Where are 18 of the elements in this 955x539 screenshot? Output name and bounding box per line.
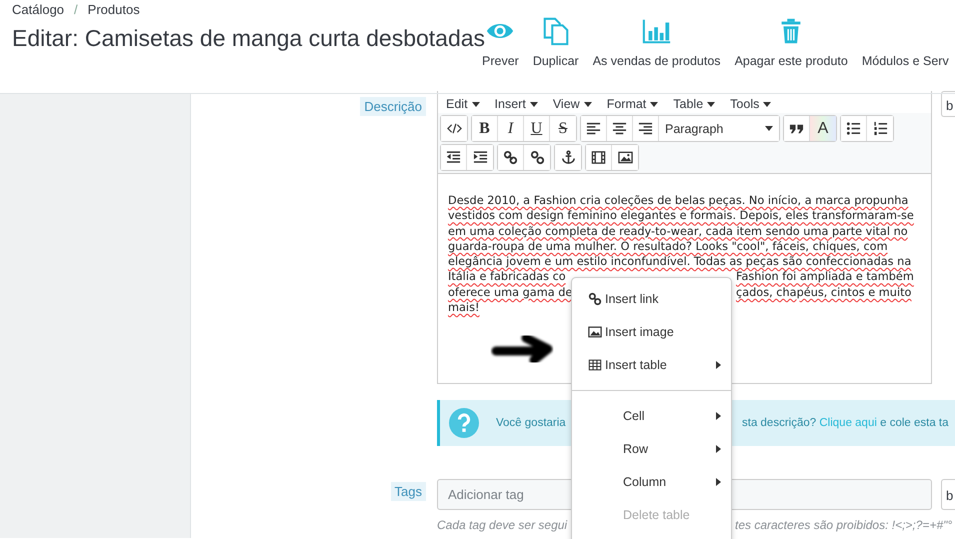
field-label: Descrição bbox=[360, 97, 426, 116]
page-title: Editar: Camisetas de manga curta desbotadas bbox=[12, 25, 486, 52]
paragraph-line: vestidos com design feminino elegantes e formais. Depois, eles transformaram-se bbox=[448, 208, 914, 224]
paragraph-line: elegância jovem e um estilo inconfundível. Todas as peças são confeccionadas na bbox=[448, 254, 912, 270]
help-text: tes caracteres são proibidos: !<;>;?=+#"° bbox=[735, 518, 952, 532]
paragraph-line: oferece uma gama de bbox=[448, 284, 572, 300]
paragraph-line: çados, chapéus, cintos e muito bbox=[736, 284, 912, 300]
paragraph-line: mais! bbox=[448, 300, 480, 316]
paragraph-line: em uma coleção completa de ready-to-wear, cada item sendo uma parte vital no bbox=[448, 224, 908, 239]
breadcrumb-separator: / bbox=[74, 2, 78, 17]
info-text: sta descrição? Clique aqui e cole esta ta bbox=[742, 417, 949, 429]
paragraph-line: Desde 2010, a Fashion cria coleções de belas peças. No início, a marca propunha bbox=[448, 193, 908, 208]
paragraph-line: Itália e fabricadas co bbox=[448, 269, 566, 285]
help-text: Cada tag deve ser segui bbox=[437, 518, 568, 532]
paragraph-line: guarda-roupa de uma mulher. O resultado? Looks "cool", fáceis, chiques, com bbox=[448, 238, 888, 254]
info-text: Você gostaria bbox=[496, 417, 566, 429]
paragraph-line: Fashion foi ampliada e também bbox=[736, 269, 914, 285]
field-label: Tags bbox=[390, 482, 426, 501]
